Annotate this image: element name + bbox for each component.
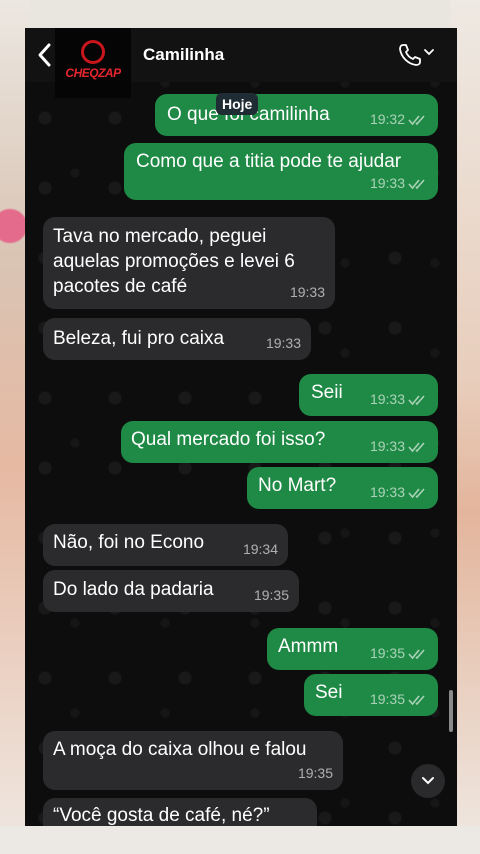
double-check-icon xyxy=(408,648,425,659)
message-meta: 19:33 xyxy=(370,387,428,412)
message-time: 19:33 xyxy=(289,284,325,300)
chevron-down-icon xyxy=(422,777,434,785)
double-check-icon xyxy=(408,178,425,189)
double-check-icon xyxy=(408,441,425,452)
message-time: 19:33 xyxy=(369,175,405,191)
scrollbar[interactable] xyxy=(449,690,453,732)
message-bubble[interactable]: Não, foi no Econo 19:34 xyxy=(43,524,288,566)
message-bubble[interactable]: Como que a titia pode te ajudar 19:33 xyxy=(124,143,438,200)
message-text: A moça do caixa olhou e falou xyxy=(53,739,307,760)
message-time: 19:35 xyxy=(369,645,405,661)
message-time: 19:35 xyxy=(253,587,289,603)
message-bubble[interactable]: “Você gosta de café, né?” xyxy=(43,798,317,826)
message-meta: 19:32 xyxy=(370,107,428,132)
message-meta: 19:35 xyxy=(370,641,428,666)
message-text: Tava no mercado, peguei aquelas promoçõe… xyxy=(53,226,295,297)
message-time: 19:34 xyxy=(242,541,278,557)
message-bubble[interactable]: Beleza, fui pro caixa 19:33 xyxy=(43,318,311,360)
double-check-icon xyxy=(408,394,425,405)
message-time: 19:33 xyxy=(265,335,301,351)
double-check-icon xyxy=(408,487,425,498)
message-meta: 19:35 xyxy=(370,687,428,712)
back-chevron-icon[interactable] xyxy=(35,42,55,68)
double-check-icon xyxy=(408,114,425,125)
message-bubble[interactable]: Tava no mercado, peguei aquelas promoçõe… xyxy=(43,217,335,309)
contact-name[interactable]: Camilinha xyxy=(143,45,224,65)
logo-mark-icon xyxy=(81,40,105,64)
message-meta: 19:33 xyxy=(370,434,428,459)
double-check-icon xyxy=(408,694,425,705)
message-bubble[interactable]: No Mart? 19:33 xyxy=(247,467,438,509)
message-meta: 19:33 xyxy=(370,480,428,505)
scroll-down-button[interactable] xyxy=(411,764,445,798)
message-meta: 19:35 xyxy=(298,761,333,786)
chat-screen: O que foi camilinha 19:32 Como que a tit… xyxy=(25,28,457,826)
message-time: 19:35 xyxy=(369,691,405,707)
background-bottom xyxy=(0,826,480,854)
message-meta: 19:35 xyxy=(254,583,289,608)
message-text: “Você gosta de café, né?” xyxy=(53,805,270,826)
date-chip: Hoje xyxy=(216,93,259,115)
message-text: Beleza, fui pro caixa xyxy=(53,328,225,349)
chevron-down-icon[interactable] xyxy=(423,46,435,58)
message-meta: 19:33 xyxy=(266,331,301,356)
message-bubble[interactable]: Ammm 19:35 xyxy=(267,628,438,670)
message-time: 19:32 xyxy=(369,111,405,127)
message-time: 19:33 xyxy=(369,391,405,407)
message-bubble[interactable]: A moça do caixa olhou e falou 19:35 xyxy=(43,731,343,790)
message-bubble[interactable]: O que foi camilinha 19:32 xyxy=(155,94,438,136)
logo-text: CHEQZAP xyxy=(65,66,121,80)
channel-logo: CHEQZAP xyxy=(55,28,131,98)
message-meta: 19:33 xyxy=(370,171,428,196)
message-bubble[interactable]: Do lado da padaria 19:35 xyxy=(43,570,299,612)
message-bubble[interactable]: Qual mercado foi isso? 19:33 xyxy=(121,421,438,463)
message-time: 19:35 xyxy=(297,765,333,781)
phone-icon[interactable] xyxy=(397,42,423,68)
message-meta: 19:33 xyxy=(290,280,325,305)
message-bubble[interactable]: Sei 19:35 xyxy=(304,674,438,716)
message-time: 19:33 xyxy=(369,484,405,500)
message-time: 19:33 xyxy=(369,438,405,454)
message-bubble[interactable]: Seii 19:33 xyxy=(299,374,438,416)
message-meta: 19:34 xyxy=(243,537,278,562)
